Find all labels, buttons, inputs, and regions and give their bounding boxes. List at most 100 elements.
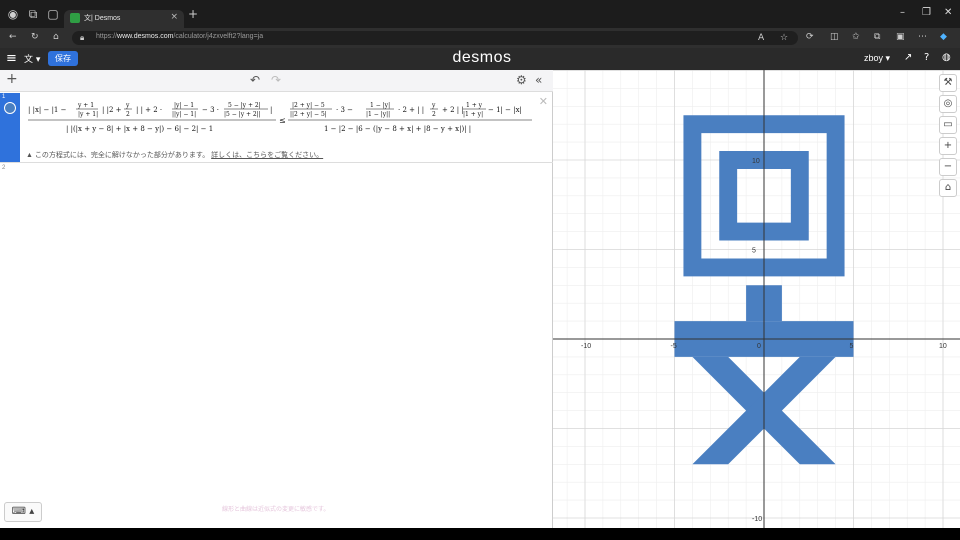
desmos-favicon-icon bbox=[70, 13, 80, 23]
read-aloud-icon[interactable]: A bbox=[758, 33, 764, 43]
add-item-icon[interactable]: + bbox=[6, 71, 18, 87]
copilot-icon[interactable]: ◆ bbox=[940, 32, 947, 42]
home-zoom-icon[interactable]: ⌂ bbox=[939, 179, 957, 197]
expression-row-empty[interactable]: 2 bbox=[0, 164, 20, 176]
wallet-icon[interactable]: ▣ bbox=[896, 32, 905, 42]
svg-text:· 2 + | |: · 2 + | | bbox=[398, 106, 424, 114]
svg-text:|y| − 1: |y| − 1 bbox=[174, 102, 194, 109]
svg-text:|1 + y|: |1 + y| bbox=[463, 111, 483, 118]
undo-icon[interactable]: ↶ bbox=[250, 73, 260, 87]
projector-icon[interactable]: ▭ bbox=[939, 116, 957, 134]
delete-expression-icon[interactable]: ✕ bbox=[539, 95, 548, 108]
expression-color-swatch[interactable] bbox=[4, 102, 16, 114]
svg-text:5 − |y + 2|: 5 − |y + 2| bbox=[228, 102, 261, 109]
graph-canvas[interactable]: -10 -5 0 5 10 10 5 -10 bbox=[548, 70, 960, 537]
svg-text:1 − |2 − |6 − (|y − 8 + x| + |: 1 − |2 − |6 − (|y − 8 + x| + |8 − y + x|… bbox=[324, 125, 471, 133]
x-tick-label: -10 bbox=[581, 343, 591, 350]
expression-index: 2 bbox=[2, 165, 6, 171]
svg-text:≤: ≤ bbox=[279, 116, 286, 125]
graph-svg[interactable]: -10 -5 0 5 10 10 5 -10 bbox=[548, 70, 960, 537]
warning-message: ▲ この方程式には、完全に解けなかった部分があります。 詳しくは、こちらをご覧く… bbox=[26, 152, 324, 159]
user-menu[interactable]: zboy ▾ bbox=[864, 53, 890, 64]
svg-text:1 + y: 1 + y bbox=[466, 102, 483, 109]
svg-text:− 1| − |x|: − 1| − |x| bbox=[488, 106, 522, 114]
desmos-header: ≡ 文 ▾ 保存 desmos zboy ▾ ↗ ? ◍ bbox=[0, 48, 960, 70]
desmos-logo: desmos bbox=[452, 49, 512, 66]
svg-text:y + 1: y + 1 bbox=[77, 102, 94, 109]
share-icon[interactable]: ↗ bbox=[904, 52, 912, 63]
svg-text:|2 + y| − 5: |2 + y| − 5 bbox=[292, 102, 325, 109]
svg-text:y: y bbox=[431, 102, 436, 109]
x-tick-label: -5 bbox=[671, 343, 677, 350]
expression-index: 1 bbox=[2, 94, 6, 100]
tab-title: 文| Desmos bbox=[84, 15, 121, 22]
svg-text:+ 2 | |: + 2 | | bbox=[442, 106, 464, 114]
profile-icon[interactable]: ◉ bbox=[6, 7, 20, 21]
close-tab-icon[interactable]: × bbox=[170, 12, 178, 22]
address-bar: ← ↻ ⌂ 🔒︎ https://www.desmos.com/calculat… bbox=[0, 28, 960, 48]
wrench-icon[interactable]: ⚒ bbox=[939, 74, 957, 92]
svg-text:| | + 2 ·: | | + 2 · bbox=[136, 106, 162, 114]
expression-toolbar: + ↶ ↷ ⚙ « bbox=[0, 70, 553, 92]
svg-text:| |(|x + y − 8| + |x + 8 − y|): | |(|x + y − 8| + |x + 8 − y|) − 6| − 2|… bbox=[66, 125, 213, 133]
workspaces-icon[interactable]: ⧉ bbox=[26, 7, 40, 21]
svg-text:||y| − 1|: ||y| − 1| bbox=[172, 111, 196, 118]
svg-text:|1 − |y||: |1 − |y|| bbox=[366, 111, 390, 118]
bottom-strip bbox=[0, 528, 960, 540]
collections-icon[interactable]: ⧉ bbox=[874, 32, 880, 42]
svg-text:y: y bbox=[125, 102, 130, 109]
redo-icon[interactable]: ↷ bbox=[271, 73, 281, 87]
globe-icon[interactable]: ◍ bbox=[942, 52, 951, 63]
restore-icon[interactable]: ❐ bbox=[922, 7, 931, 18]
expression-row[interactable]: 1 | |x| − |1 − y + 1 |y + 1| | |2 + y 2 … bbox=[0, 93, 553, 163]
expression-gutter: 1 bbox=[0, 93, 20, 162]
svg-text:| |2 +: | |2 + bbox=[102, 106, 122, 114]
favorites-icon[interactable]: ✩ bbox=[852, 32, 860, 42]
x-tick-label: 10 bbox=[939, 343, 947, 350]
svg-text:2: 2 bbox=[432, 111, 436, 118]
svg-text:||2 + y| − 5|: ||2 + y| − 5| bbox=[290, 111, 327, 118]
language-selector[interactable]: 文 ▾ bbox=[24, 52, 40, 65]
save-button[interactable]: 保存 bbox=[48, 51, 78, 66]
expression-panel: + ↶ ↷ ⚙ « 1 | |x| − |1 − y + 1 |y + 1| |… bbox=[0, 70, 553, 528]
lock-icon: 🔒︎ bbox=[80, 33, 85, 42]
browser-tab-desmos[interactable]: 文| Desmos × bbox=[64, 10, 184, 28]
keyboard-toggle-button[interactable]: ⌨ ▴ bbox=[4, 502, 42, 522]
url-field[interactable]: 🔒︎ https://www.desmos.com/calculator/j4z… bbox=[72, 31, 798, 45]
warning-help-link[interactable]: 詳しくは、こちらをご覧ください。 bbox=[211, 152, 323, 159]
settings-gear-icon[interactable]: ⚙ bbox=[516, 73, 527, 87]
inequality-formula[interactable]: | |x| − |1 − y + 1 |y + 1| | |2 + y 2 | … bbox=[26, 99, 534, 143]
svg-text:1 − |y|: 1 − |y| bbox=[370, 102, 390, 109]
svg-text:|: | bbox=[270, 106, 272, 114]
window-close-icon[interactable]: ✕ bbox=[944, 7, 952, 18]
zoom-out-icon[interactable]: − bbox=[939, 158, 957, 176]
warning-icon: ▲ bbox=[26, 152, 33, 159]
help-icon[interactable]: ? bbox=[924, 52, 929, 63]
footer-note: 線形と曲線は近似式の変更に敏感です。 bbox=[222, 507, 330, 513]
y-tick-label: 10 bbox=[752, 158, 760, 165]
svg-text:|5 − |y + 2||: |5 − |y + 2|| bbox=[224, 111, 261, 118]
browser-tab-bar: ◉ ⧉ ▢ 文| Desmos × + – ❐ ✕ bbox=[0, 0, 960, 28]
snapshot-icon[interactable]: ◎ bbox=[939, 95, 957, 113]
split-screen-icon[interactable]: ◫ bbox=[830, 32, 839, 42]
minimize-icon[interactable]: – bbox=[900, 7, 905, 18]
new-tab-icon[interactable]: + bbox=[186, 7, 200, 21]
back-icon[interactable]: ← bbox=[9, 32, 17, 42]
x-tick-label: 0 bbox=[757, 343, 761, 350]
tab-actions-icon[interactable]: ▢ bbox=[46, 7, 60, 21]
zoom-in-icon[interactable]: + bbox=[939, 137, 957, 155]
hamburger-menu-icon[interactable]: ≡ bbox=[6, 51, 17, 67]
svg-text:· 3 −: · 3 − bbox=[336, 106, 353, 114]
favorite-star-icon[interactable]: ☆ bbox=[780, 33, 788, 43]
svg-text:| |x| − |1 −: | |x| − |1 − bbox=[28, 106, 67, 114]
y-tick-label: -10 bbox=[752, 516, 762, 523]
x-tick-label: 5 bbox=[850, 343, 854, 350]
collapse-panel-icon[interactable]: « bbox=[535, 73, 542, 87]
more-menu-icon[interactable]: ⋯ bbox=[918, 32, 927, 42]
svg-text:2: 2 bbox=[126, 111, 130, 118]
home-icon[interactable]: ⌂ bbox=[53, 32, 59, 42]
svg-text:− 3 ·: − 3 · bbox=[202, 106, 219, 114]
refresh-icon[interactable]: ↻ bbox=[31, 32, 39, 42]
y-tick-label: 5 bbox=[752, 248, 756, 255]
extensions-icon[interactable]: ⟳ bbox=[806, 32, 814, 42]
